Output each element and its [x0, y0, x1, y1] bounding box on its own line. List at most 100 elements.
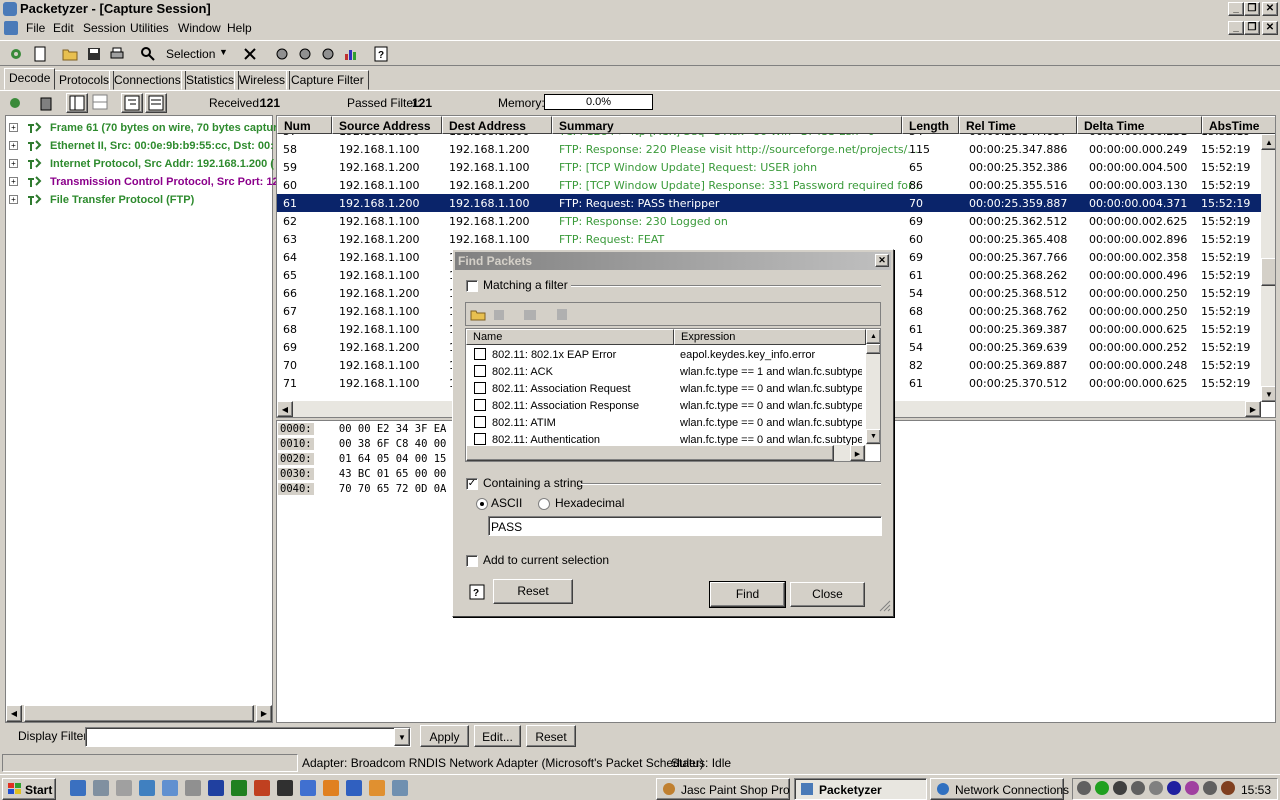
quicklaunch-word-icon[interactable]	[208, 780, 224, 796]
tab-wireless[interactable]: Wireless	[234, 70, 291, 90]
scroll-thumb[interactable]	[866, 344, 880, 354]
chevron-down-icon[interactable]: ▼	[219, 47, 228, 57]
hex-row[interactable]: 0000: 00 00 E2 34 3F EA	[278, 423, 446, 438]
task-paint-shop-pro[interactable]: Jasc Paint Shop Pro	[656, 778, 790, 800]
col-source-header[interactable]: Source Address	[332, 116, 442, 134]
tool-button-2[interactable]	[295, 44, 315, 64]
tray-icon[interactable]	[1095, 781, 1109, 795]
quicklaunch-printer-icon[interactable]	[116, 780, 132, 796]
expand-icon[interactable]: +	[9, 159, 18, 168]
expand-icon[interactable]: +	[9, 141, 18, 150]
column-expression-header[interactable]: Expression	[674, 329, 866, 345]
hexadecimal-radio[interactable]	[538, 498, 550, 510]
tool-button-3[interactable]	[318, 44, 338, 64]
task-network-connections[interactable]: Network Connections	[930, 778, 1069, 800]
col-length-header[interactable]: Length	[902, 116, 959, 134]
filter-row-checkbox[interactable]	[474, 416, 486, 428]
quicklaunch-ie-icon[interactable]	[70, 780, 86, 796]
copy-filter-icon[interactable]	[492, 306, 508, 322]
tab-capture-filter[interactable]: Capture Filter	[286, 70, 369, 90]
help-button[interactable]: ?	[371, 44, 391, 64]
filter-row[interactable]: 802.11: Association Request wlan.fc.type …	[466, 380, 866, 397]
delete-filter-icon[interactable]	[522, 306, 538, 322]
filter-row[interactable]: 802.11: ATIM wlan.fc.type == 0 and wlan.f…	[466, 414, 866, 431]
new-filter-icon[interactable]	[470, 306, 486, 322]
tree-view-button[interactable]	[121, 93, 143, 113]
layout-split-button[interactable]	[66, 93, 88, 113]
scroll-up-button[interactable]: ▲	[866, 329, 880, 344]
expand-icon[interactable]: +	[9, 177, 18, 186]
tray-icon[interactable]	[1221, 781, 1235, 795]
find-button[interactable]	[138, 44, 158, 64]
menu-window[interactable]: Window	[178, 21, 221, 35]
packet-row[interactable]: 58 192.168.1.100 192.168.1.200 FTP: Respons…	[277, 140, 1261, 158]
tray-icon[interactable]	[1131, 781, 1145, 795]
hex-row[interactable]: 0040: 70 70 65 72 0D 0A	[278, 483, 446, 498]
open-button[interactable]	[60, 44, 80, 64]
tray-icon[interactable]	[1077, 781, 1091, 795]
doc-minimize-button[interactable]: _	[1228, 21, 1244, 35]
scroll-thumb[interactable]	[1261, 258, 1275, 286]
tray-icon[interactable]	[1185, 781, 1199, 795]
add-to-selection-checkbox[interactable]	[466, 555, 478, 567]
scroll-down-button[interactable]: ▼	[866, 429, 880, 444]
scroll-right-button[interactable]: ▶	[256, 705, 272, 722]
capture-icon[interactable]	[7, 95, 23, 111]
filter-vscrollbar[interactable]: ▲ ▼	[866, 329, 880, 445]
quicklaunch-window-icon[interactable]	[162, 780, 178, 796]
doc-close-button[interactable]: ✕	[1262, 21, 1278, 35]
ascii-radio[interactable]	[476, 498, 488, 510]
menu-edit[interactable]: Edit	[53, 21, 74, 35]
scroll-right-button[interactable]: ▶	[850, 445, 865, 461]
col-dest-header[interactable]: Dest Address	[442, 116, 552, 134]
layout-stack-button[interactable]	[90, 93, 112, 113]
tray-icon[interactable]	[1203, 781, 1217, 795]
filter-row[interactable]: 802.11: Association Response wlan.fc.type…	[466, 397, 866, 414]
menu-help[interactable]: Help	[227, 21, 252, 35]
resize-grip-icon[interactable]	[877, 598, 891, 612]
filter-row-checkbox[interactable]	[474, 399, 486, 411]
quicklaunch-excel-icon[interactable]	[231, 780, 247, 796]
dialog-reset-button[interactable]: Reset	[493, 579, 573, 604]
dialog-close-icon[interactable]: ✕	[875, 254, 889, 267]
reset-button[interactable]: Reset	[526, 725, 576, 747]
matching-filter-checkbox[interactable]	[466, 280, 478, 292]
tab-decode[interactable]: Decode	[4, 68, 56, 90]
filter-hscrollbar[interactable]: ▶	[466, 445, 866, 461]
hex-row[interactable]: 0010: 00 38 6F C8 40 00	[278, 438, 446, 453]
tool-button-1[interactable]	[272, 44, 292, 64]
tab-connections[interactable]: Connections	[109, 70, 186, 90]
tray-icon[interactable]	[1149, 781, 1163, 795]
packet-row[interactable]: 59 192.168.1.200 192.168.1.100 FTP: [TCP Wi…	[277, 158, 1261, 176]
cut-button[interactable]	[240, 44, 260, 64]
filter-row-checkbox[interactable]	[474, 433, 486, 445]
doc-restore-button[interactable]: ❐	[1244, 21, 1260, 35]
selection-dropdown-label[interactable]: Selection	[166, 47, 215, 61]
tray-icon[interactable]	[1167, 781, 1181, 795]
capture-settings-button[interactable]	[6, 44, 26, 64]
filter-row[interactable]: 802.11: 802.1x EAP Error eapol.keydes.key…	[466, 346, 866, 363]
scroll-thumb[interactable]	[466, 445, 834, 461]
expand-icon[interactable]: +	[9, 195, 18, 204]
filter-row[interactable]: 802.11: ACK wlan.fc.type == 1 and wlan.fc…	[466, 363, 866, 380]
tab-protocols[interactable]: Protocols	[54, 70, 115, 90]
scroll-down-button[interactable]: ▼	[1261, 386, 1275, 402]
packet-row[interactable]: 60 192.168.1.100 192.168.1.200 FTP: [TCP Wi…	[277, 176, 1261, 194]
search-string-input[interactable]: PASS	[488, 516, 882, 536]
dialog-close-button[interactable]: Close	[790, 582, 865, 607]
document-icon[interactable]	[4, 21, 18, 35]
filter-row-checkbox[interactable]	[474, 382, 486, 394]
new-session-button[interactable]	[30, 44, 50, 64]
menu-session[interactable]: Session	[83, 21, 126, 35]
col-abs-time-header[interactable]: AbsTime	[1202, 116, 1275, 134]
start-button[interactable]: Start	[2, 778, 56, 800]
menu-file[interactable]: File	[26, 21, 45, 35]
trash-icon[interactable]	[38, 95, 54, 111]
scroll-up-button[interactable]: ▲	[1261, 134, 1275, 150]
save-button[interactable]	[84, 44, 104, 64]
packet-row[interactable]: 63 192.168.1.200 192.168.1.100 FTP: Request…	[277, 230, 1261, 248]
filter-row-checkbox[interactable]	[474, 365, 486, 377]
quicklaunch-computer-icon[interactable]	[392, 780, 408, 796]
quicklaunch-drive-icon[interactable]	[93, 780, 109, 796]
packet-vscrollbar[interactable]: ▲ ▼	[1261, 134, 1275, 402]
